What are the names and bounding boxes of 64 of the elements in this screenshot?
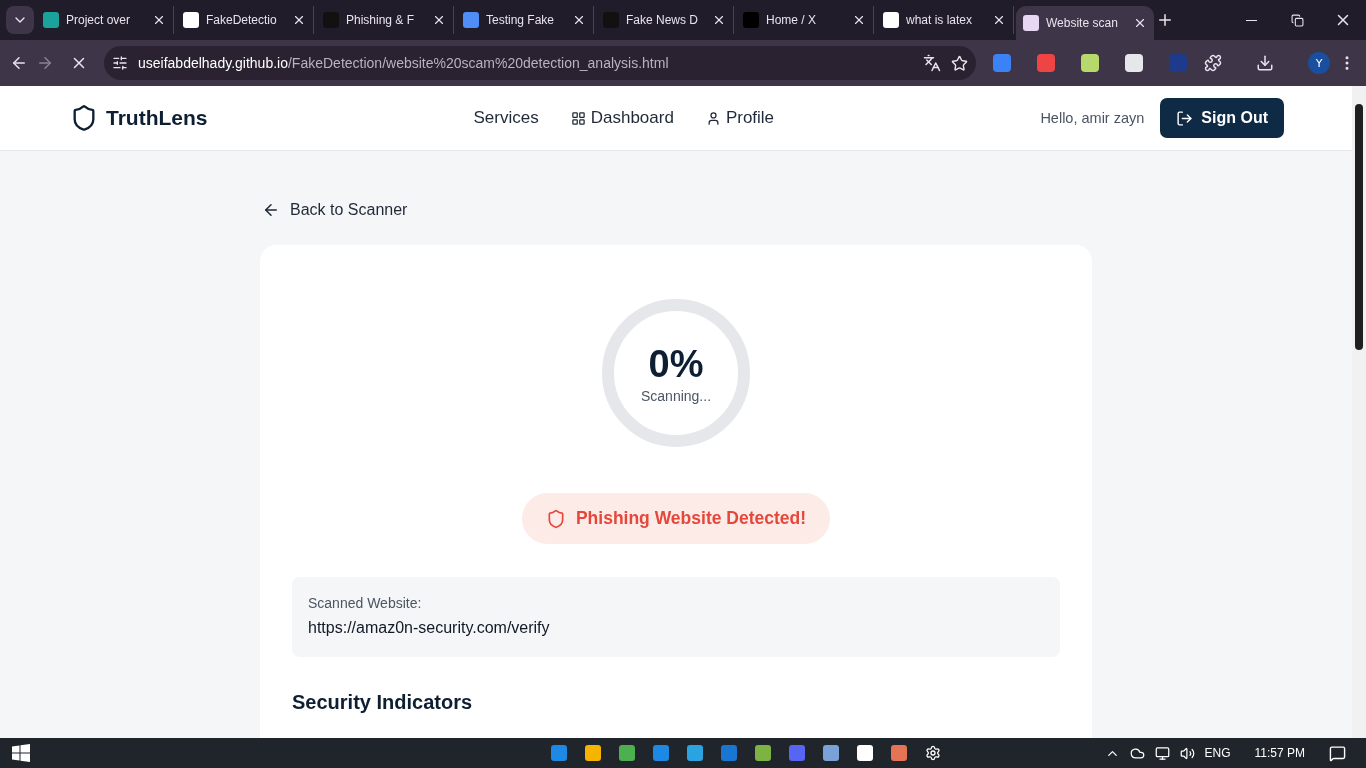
scan-status: Scanning...	[640, 387, 712, 404]
browser-tab[interactable]: Home / X	[736, 6, 874, 34]
nav-link[interactable]: Profile	[705, 108, 775, 128]
brand-name: TruthLens	[106, 106, 208, 130]
info-label: Scanned Website:	[308, 595, 423, 611]
scrollbar[interactable]	[1352, 86, 1366, 738]
close-icon[interactable]	[852, 13, 866, 27]
volume-icon[interactable]	[1179, 745, 1195, 761]
windows-start-icon[interactable]	[12, 744, 30, 762]
nav-link[interactable]: Dashboard	[570, 108, 674, 128]
close-icon[interactable]	[432, 13, 446, 27]
browser-tab[interactable]: Testing Fake	[456, 6, 594, 34]
browser-tab[interactable]: what is latex	[876, 6, 1014, 34]
settings-icon[interactable]	[925, 745, 941, 761]
scanned-url: https://amaz0n-security.com/verify	[308, 619, 551, 637]
sign-out-icon	[1176, 109, 1194, 127]
favicon-icon	[183, 12, 199, 28]
close-icon[interactable]	[292, 13, 306, 27]
favicon-icon	[883, 12, 899, 28]
user-icon	[705, 110, 721, 126]
alert-badge: Phishing Website Detected!	[521, 493, 831, 544]
browser-tab[interactable]: Website scan	[1016, 6, 1154, 40]
clock[interactable]: 11:57 PM	[1254, 746, 1305, 760]
network-icon[interactable]	[1154, 745, 1170, 761]
download-icon[interactable]	[1256, 54, 1274, 72]
sign-out-button[interactable]: Sign Out	[1160, 98, 1284, 138]
favicon-icon	[743, 12, 759, 28]
close-icon[interactable]	[712, 13, 726, 27]
favicon-icon	[603, 12, 619, 28]
restore-icon	[1290, 13, 1304, 27]
extension-icon[interactable]	[1081, 54, 1099, 72]
favicon-icon	[43, 12, 59, 28]
minimize-icon	[1245, 19, 1257, 21]
close-icon[interactable]	[1133, 16, 1147, 30]
back-icon[interactable]	[10, 54, 28, 72]
favicon-icon	[323, 12, 339, 28]
new-tab-icon[interactable]	[1156, 11, 1174, 29]
notifications-icon[interactable]	[1329, 744, 1346, 762]
language-indicator[interactable]: ENG	[1204, 746, 1231, 760]
site-info-icon[interactable]	[112, 55, 128, 71]
close-icon[interactable]	[152, 13, 166, 27]
cloud-icon[interactable]	[1129, 745, 1145, 761]
forward-icon[interactable]	[36, 54, 54, 72]
bookmark-icon[interactable]	[951, 54, 968, 72]
browser-tab[interactable]: Fake News D	[596, 6, 734, 34]
favicon-icon	[1023, 15, 1039, 31]
browser-tab[interactable]: Phishing & F	[316, 6, 454, 34]
favicon-icon	[463, 12, 479, 28]
close-icon[interactable]	[572, 13, 586, 27]
greeting: Hello, amir zayn	[1040, 110, 1145, 126]
percent-value: 0%	[648, 342, 704, 386]
section-title: Security Indicators	[292, 691, 473, 714]
browser-tab[interactable]: Project over	[36, 6, 174, 34]
back-link[interactable]: Back to Scanner	[262, 201, 408, 219]
nav-link[interactable]: Services	[473, 108, 539, 128]
translate-icon[interactable]	[923, 54, 941, 72]
extension-icon[interactable]	[1125, 54, 1143, 72]
close-icon[interactable]	[992, 13, 1006, 27]
tab-list-button[interactable]	[6, 6, 34, 34]
extensions-icon[interactable]	[1204, 54, 1222, 72]
address-bar[interactable]: useifabdelhady.github.io/FakeDetection/website%20scam%20detection_analysis.html	[104, 46, 976, 80]
grid-icon	[570, 110, 586, 126]
profile-avatar[interactable]: Y	[1308, 52, 1330, 74]
browser-tab[interactable]: FakeDetectio	[176, 6, 314, 34]
